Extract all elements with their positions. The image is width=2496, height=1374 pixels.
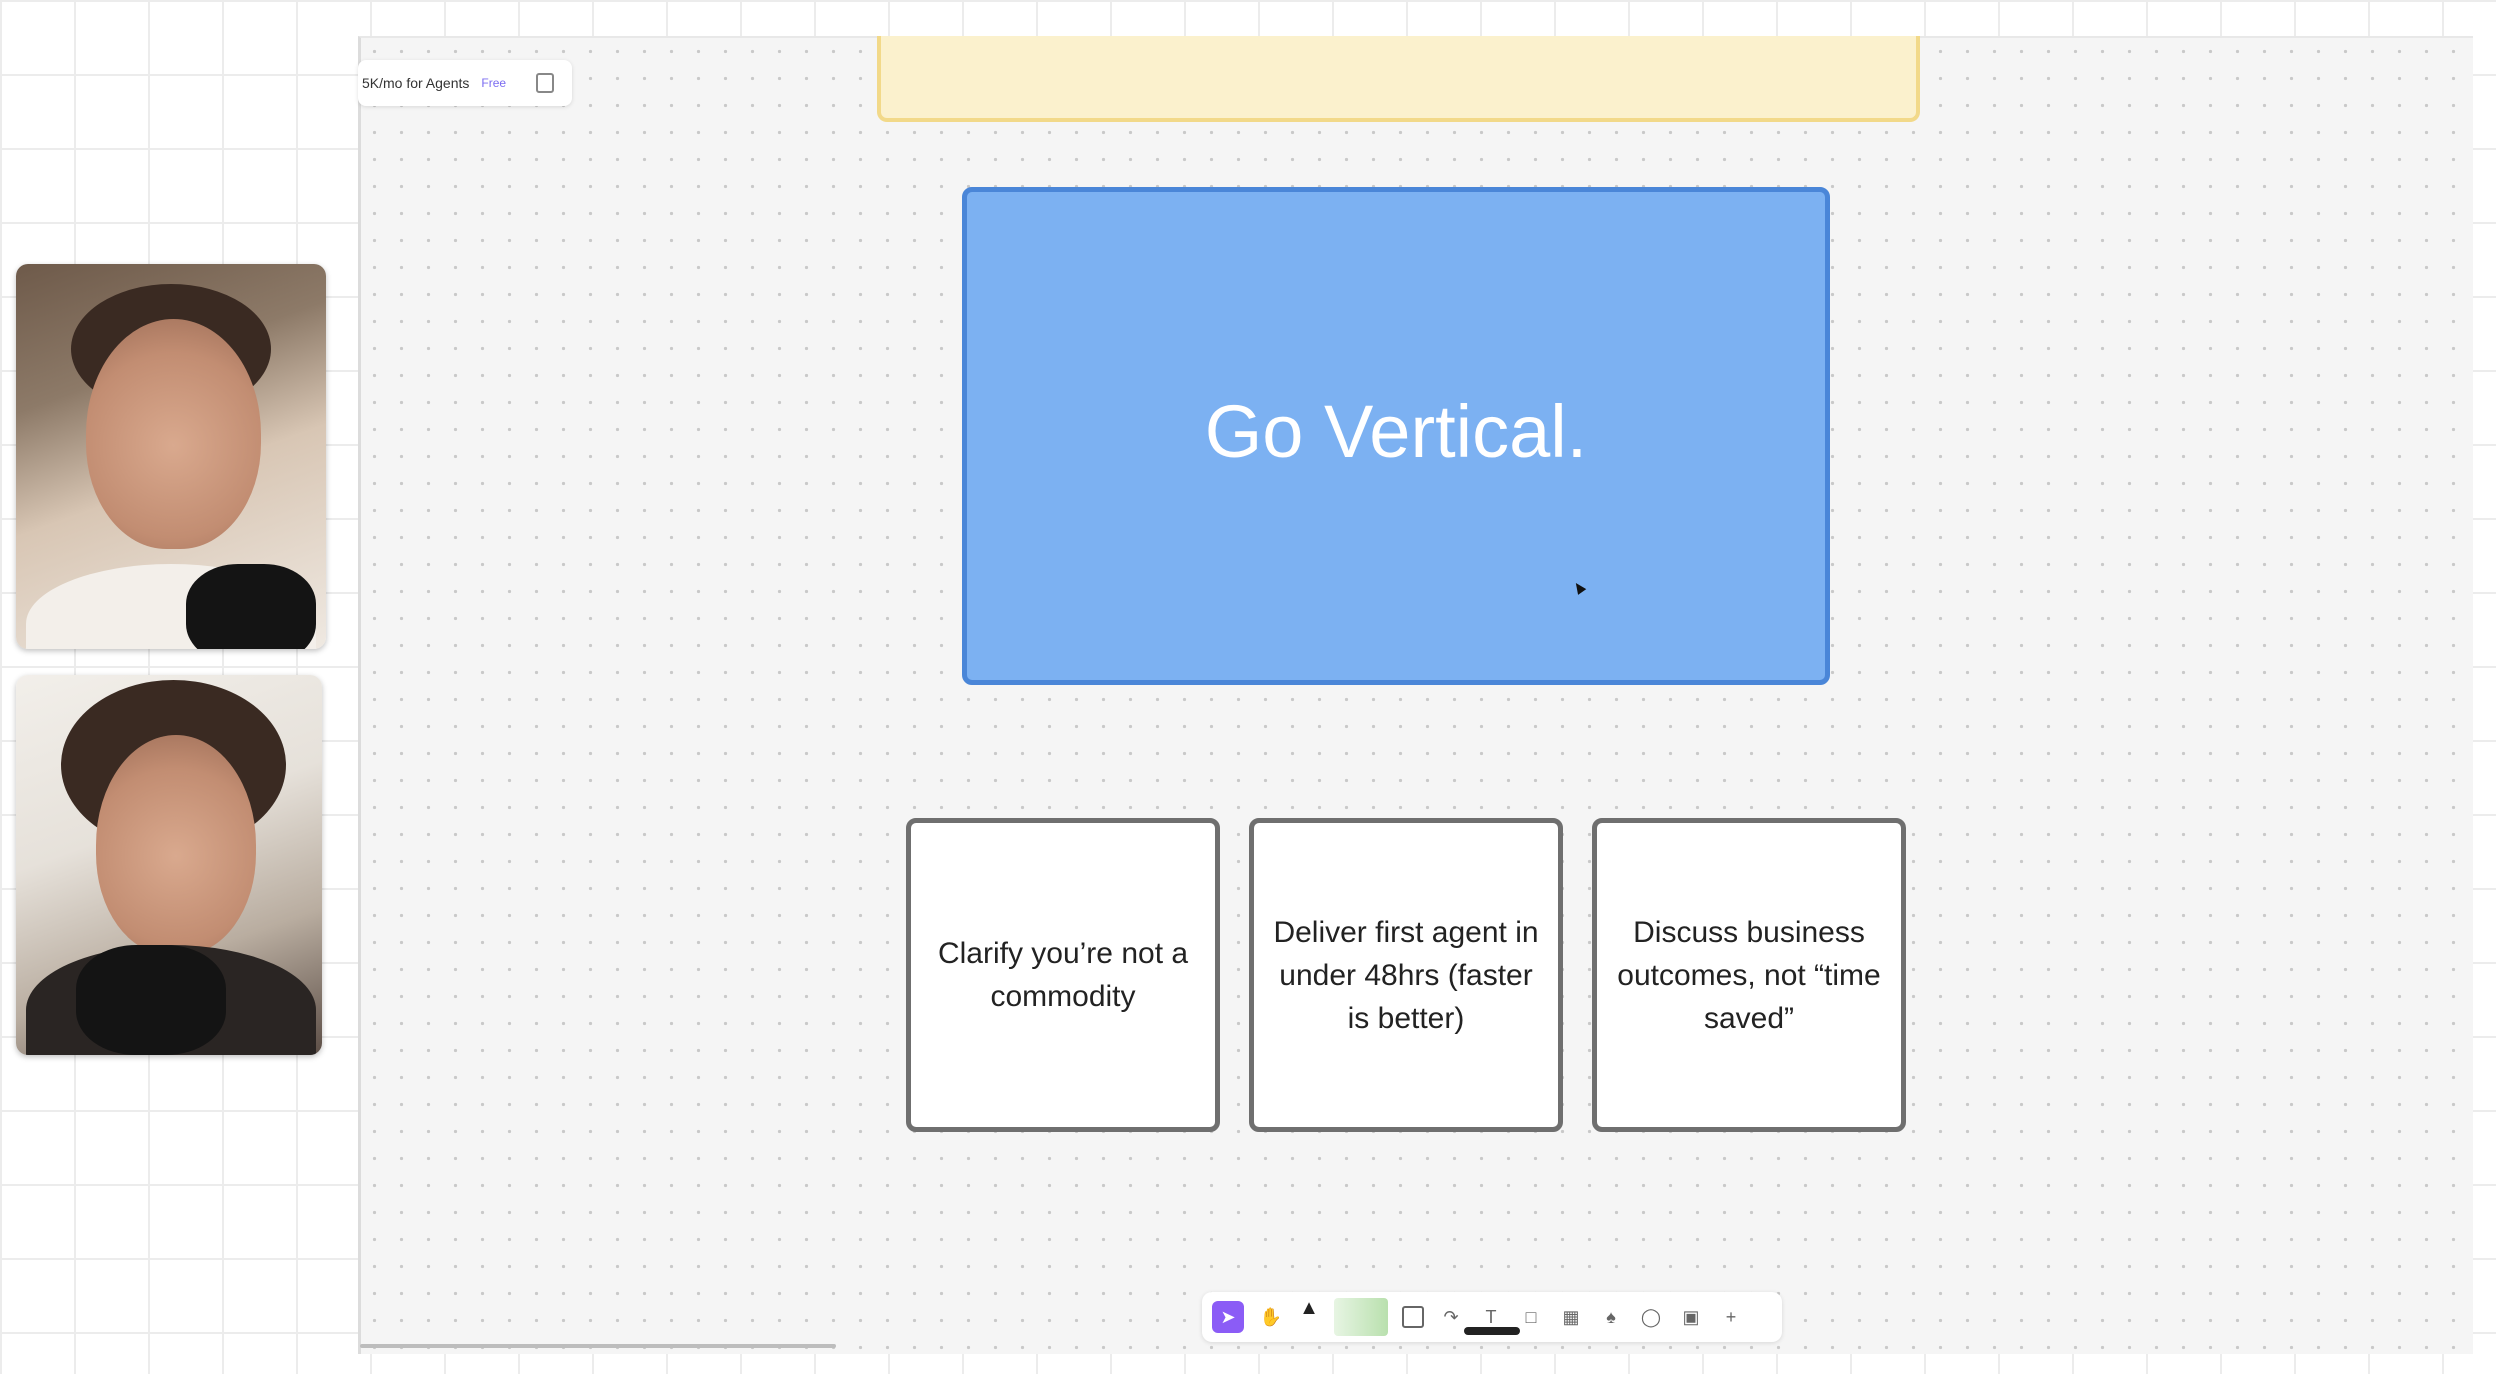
- tip-card-3[interactable]: Discuss business outcomes, not “time sav…: [1592, 818, 1906, 1132]
- add-icon[interactable]: +: [1718, 1304, 1744, 1330]
- tip-card-2[interactable]: Deliver first agent in under 48hrs (fast…: [1249, 818, 1563, 1132]
- tip-card-text: Deliver first agent in under 48hrs (fast…: [1273, 915, 1539, 1035]
- horizontal-scrollbar[interactable]: [360, 1344, 836, 1348]
- comment-icon[interactable]: ◯: [1638, 1304, 1664, 1330]
- sticky-note[interactable]: [877, 36, 1920, 122]
- duplicate-icon[interactable]: [536, 73, 555, 93]
- stroke-slider[interactable]: [1464, 1327, 1520, 1335]
- stamp-icon[interactable]: ♠: [1598, 1304, 1624, 1330]
- tip-card-1[interactable]: Clarify you’re not a commodity: [906, 818, 1220, 1132]
- participant-video-2: [16, 675, 322, 1055]
- sticky-note-icon[interactable]: □: [1518, 1304, 1544, 1330]
- pen-icon[interactable]: ▲: [1298, 1297, 1320, 1337]
- select-icon[interactable]: ➤: [1212, 1301, 1244, 1333]
- tip-card-text: Clarify you’re not a commodity: [937, 937, 1189, 1013]
- tip-card-text: Discuss business outcomes, not “time sav…: [1617, 915, 1881, 1035]
- participant-video-1: [16, 264, 326, 649]
- highlighter-swatch[interactable]: [1334, 1298, 1388, 1336]
- apps-icon[interactable]: ▣: [1678, 1304, 1704, 1330]
- main-card-title: Go Vertical.: [1204, 389, 1588, 473]
- shape-icon[interactable]: [1402, 1306, 1424, 1328]
- hand-icon[interactable]: ✋: [1258, 1304, 1284, 1330]
- board-title: 5K/mo for Agents: [362, 75, 470, 91]
- main-card[interactable]: Go Vertical.: [962, 187, 1830, 685]
- plan-badge: Free: [481, 76, 507, 90]
- board-header: 5K/mo for Agents Free: [358, 60, 572, 106]
- connector-icon[interactable]: ↷: [1438, 1304, 1464, 1330]
- table-icon[interactable]: ▦: [1558, 1304, 1584, 1330]
